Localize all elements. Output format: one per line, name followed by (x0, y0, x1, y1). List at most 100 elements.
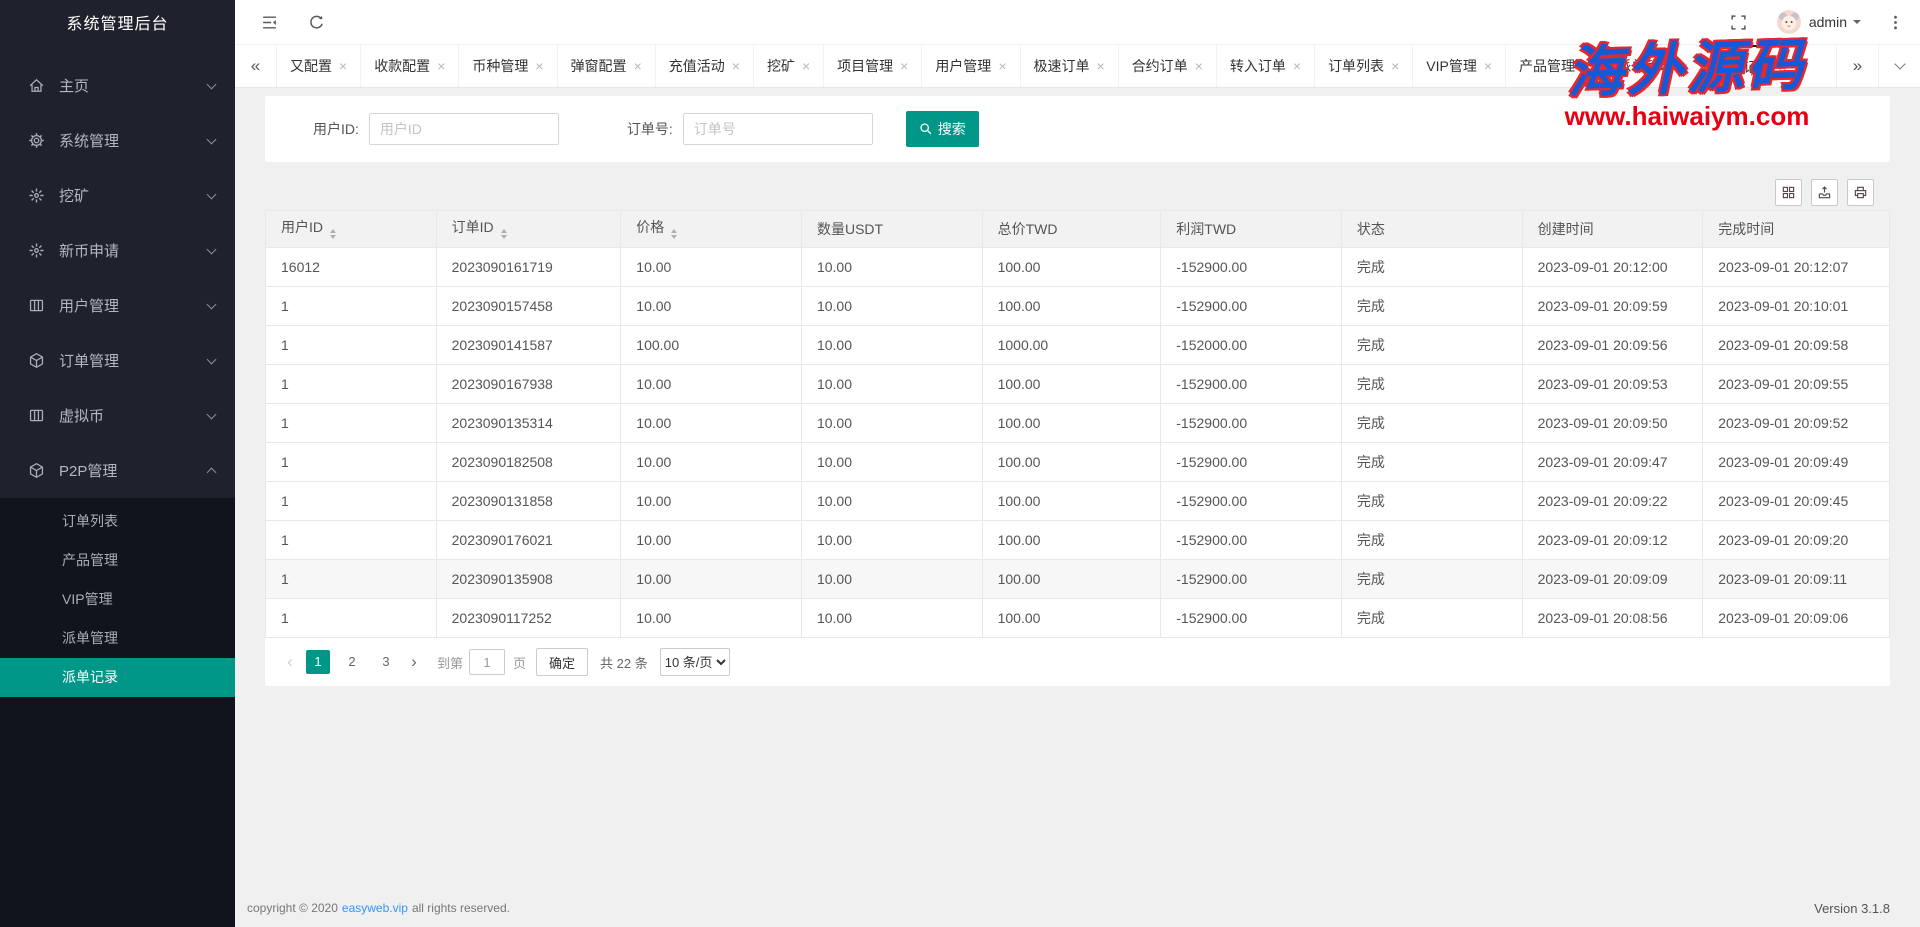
table-row: 1202309013590810.0010.00100.00-152900.00… (266, 560, 1890, 599)
table-cell: 2023-09-01 20:09:56 (1522, 326, 1703, 365)
tab-0[interactable]: 又配置× (277, 45, 361, 87)
sidebar-item-7[interactable]: P2P管理 (0, 443, 235, 498)
copyright-suffix: all rights reserved. (412, 901, 510, 915)
tab-4[interactable]: 充值活动× (656, 45, 754, 87)
tab-bar: « 又配置×收款配置×币种管理×弹窗配置×充值活动×挖矿×项目管理×用户管理×极… (235, 44, 1920, 88)
refresh-icon[interactable] (308, 14, 325, 31)
more-vertical-icon[interactable] (1887, 14, 1904, 31)
table-toolbar (265, 174, 1890, 210)
search-button[interactable]: 搜索 (906, 111, 979, 147)
close-icon[interactable]: × (1582, 58, 1590, 74)
confirm-button[interactable]: 确定 (536, 648, 588, 676)
close-icon[interactable]: × (732, 58, 740, 74)
columns-filter-icon[interactable] (1775, 179, 1802, 206)
topbar: admin (235, 0, 1920, 44)
table-cell: 2023-09-01 20:09:55 (1703, 365, 1890, 404)
table-cell: 完成 (1341, 521, 1522, 560)
sidebar-item-6[interactable]: 虚拟币 (0, 388, 235, 443)
sidebar-item-2[interactable]: 挖矿 (0, 168, 235, 223)
caret-down-icon (1853, 20, 1861, 28)
close-icon[interactable]: × (1391, 58, 1399, 74)
close-icon[interactable]: × (802, 58, 810, 74)
column-header[interactable]: 价格 (621, 211, 802, 248)
tab-12[interactable]: VIP管理× (1413, 45, 1506, 87)
tab-15[interactable]: 派单记录× (1702, 45, 1800, 87)
page-number-2[interactable]: 2 (340, 650, 364, 674)
tab-9[interactable]: 合约订单× (1119, 45, 1217, 87)
page-size-select[interactable]: 10 条/页 (660, 648, 730, 676)
tab-label: 挖矿 (767, 56, 795, 76)
sidebar-item-1[interactable]: 系统管理 (0, 113, 235, 168)
sidebar-item-0[interactable]: 主页 (0, 58, 235, 113)
close-icon[interactable]: × (1293, 58, 1301, 74)
close-icon[interactable]: × (1195, 58, 1203, 74)
close-icon[interactable]: × (535, 58, 543, 74)
fullscreen-icon[interactable] (1730, 14, 1747, 31)
goto-page-input[interactable] (469, 649, 505, 675)
tab-8[interactable]: 极速订单× (1021, 45, 1119, 87)
close-icon[interactable]: × (1680, 58, 1688, 74)
chevron-up-icon (207, 468, 217, 478)
tab-6[interactable]: 项目管理× (824, 45, 922, 87)
tab-10[interactable]: 转入订单× (1217, 45, 1315, 87)
close-icon[interactable]: × (900, 58, 908, 74)
table-cell: 10.00 (621, 599, 802, 638)
tabs-scroll-right-icon[interactable]: » (1836, 45, 1878, 87)
table-cell: 2023090117252 (436, 599, 621, 638)
sidebar-subitem-0[interactable]: 订单列表 (0, 502, 235, 541)
next-page-icon[interactable]: › (403, 652, 425, 672)
sidebar-item-3[interactable]: 新币申请 (0, 223, 235, 278)
tabs-scroll-left-icon[interactable]: « (235, 45, 277, 87)
close-icon[interactable]: × (1097, 58, 1105, 74)
tab-2[interactable]: 币种管理× (459, 45, 557, 87)
sidebar-item-label: 用户管理 (59, 295, 119, 316)
easyweb-link[interactable]: easyweb.vip (342, 901, 408, 915)
sidebar-subitem-2[interactable]: VIP管理 (0, 580, 235, 619)
sort-icon[interactable] (501, 226, 507, 242)
tab-1[interactable]: 收款配置× (361, 45, 459, 87)
close-icon[interactable]: × (339, 58, 347, 74)
tab-14[interactable]: 派单管理× (1604, 45, 1702, 87)
version-label: Version 3.1.8 (1814, 901, 1890, 916)
sidebar-subitem-1[interactable]: 产品管理 (0, 541, 235, 580)
menu-fold-icon[interactable] (261, 14, 278, 31)
export-icon[interactable] (1811, 179, 1838, 206)
order-no-input[interactable] (683, 113, 873, 145)
user-id-input[interactable] (369, 113, 559, 145)
tab-5[interactable]: 挖矿 × (754, 45, 824, 87)
table-cell: 1 (266, 482, 437, 521)
sidebar-item-4[interactable]: 用户管理 (0, 278, 235, 333)
page-number-1[interactable]: 1 (306, 650, 330, 674)
chevron-down-icon (207, 299, 217, 309)
close-icon[interactable]: × (998, 58, 1006, 74)
sidebar-subitem-3[interactable]: 派单管理 (0, 619, 235, 658)
username[interactable]: admin (1809, 14, 1847, 30)
tab-11[interactable]: 订单列表× (1315, 45, 1413, 87)
close-icon[interactable]: × (634, 58, 642, 74)
page-number-3[interactable]: 3 (374, 650, 398, 674)
table-cell: 10.00 (621, 248, 802, 287)
tab-7[interactable]: 用户管理× (922, 45, 1020, 87)
column-header[interactable]: 订单ID (436, 211, 621, 248)
print-icon[interactable] (1847, 179, 1874, 206)
avatar[interactable] (1777, 10, 1801, 34)
sort-icon[interactable] (671, 226, 677, 242)
table-cell: 完成 (1341, 287, 1522, 326)
table-cell: 2023090176021 (436, 521, 621, 560)
column-header[interactable]: 用户ID (266, 211, 437, 248)
tab-3[interactable]: 弹窗配置× (558, 45, 656, 87)
sidebar-item-5[interactable]: 订单管理 (0, 333, 235, 388)
close-icon[interactable]: × (1778, 59, 1786, 75)
tab-13[interactable]: 产品管理× (1506, 45, 1604, 87)
cube-icon (28, 462, 45, 479)
sort-icon[interactable] (330, 226, 336, 242)
prev-page-icon[interactable]: ‹ (279, 652, 301, 672)
table-cell: -152000.00 (1161, 326, 1342, 365)
mine-icon (28, 187, 45, 204)
table-cell: 2023-09-01 20:09:50 (1522, 404, 1703, 443)
sidebar-subitem-4[interactable]: 派单记录 (0, 658, 235, 697)
table-cell: 2023-09-01 20:09:22 (1522, 482, 1703, 521)
close-icon[interactable]: × (437, 58, 445, 74)
close-icon[interactable]: × (1484, 58, 1492, 74)
tabs-dropdown-icon[interactable] (1878, 45, 1920, 87)
